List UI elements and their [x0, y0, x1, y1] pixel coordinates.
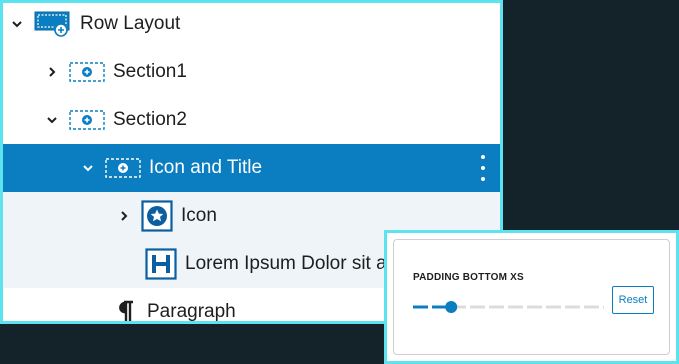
tree-item-row-layout[interactable]: Row Layout: [3, 3, 500, 48]
paragraph-icon: [111, 299, 139, 321]
section-icon: [69, 109, 105, 131]
tree-item-label: Section2: [113, 109, 187, 130]
tree-item-label: Section1: [113, 61, 187, 82]
padding-slider[interactable]: [413, 300, 604, 314]
tree-item-label: Icon: [181, 205, 217, 226]
padding-control-title: PADDING BOTTOM XS: [413, 272, 524, 283]
tree-item-label: Icon and Title: [149, 157, 263, 178]
section-icon: [105, 157, 141, 179]
tree-item-section1[interactable]: Section1: [3, 48, 500, 96]
star-icon: [141, 200, 173, 232]
padding-slider-thumb[interactable]: [445, 301, 458, 313]
chevron-down-icon[interactable]: [41, 109, 63, 131]
more-options-icon[interactable]: [480, 155, 486, 181]
chevron-down-icon[interactable]: [77, 157, 99, 179]
tree-item-label: Row Layout: [80, 13, 181, 34]
reset-button[interactable]: Reset: [612, 286, 654, 314]
canvas: Row Layout Section1 Section2 Icon and Ti…: [0, 0, 679, 364]
tree-item-label: Lorem Ipsum Dolor sit a: [185, 253, 387, 274]
tree-item-icon-and-title[interactable]: Icon and Title: [3, 144, 500, 192]
row-layout-icon: [34, 10, 72, 38]
padding-control-card: PADDING BOTTOM XS Reset: [393, 239, 670, 355]
chevron-right-icon[interactable]: [41, 61, 63, 83]
chevron-down-icon[interactable]: [6, 13, 28, 35]
chevron-right-icon[interactable]: [113, 205, 135, 227]
tree-item-section2[interactable]: Section2: [3, 96, 500, 144]
heading-icon: [145, 248, 177, 280]
section-icon: [69, 61, 105, 83]
padding-popover: PADDING BOTTOM XS Reset: [384, 230, 679, 364]
tree-item-label: Paragraph: [147, 301, 236, 322]
